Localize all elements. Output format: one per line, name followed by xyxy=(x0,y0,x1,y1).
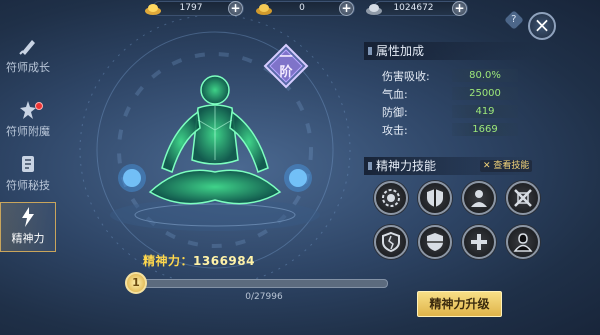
close-button[interactable]: × xyxy=(528,12,556,40)
silver-ingot-amount: 0 xyxy=(299,3,305,13)
skill-slot-2[interactable] xyxy=(418,181,452,215)
notification-dot xyxy=(35,102,43,110)
skill-slot-7[interactable] xyxy=(462,225,496,259)
skill-slot-6[interactable] xyxy=(418,225,452,259)
help-icon: ? xyxy=(511,14,517,25)
view-skills-icon: ✕ xyxy=(483,161,491,171)
stat-label-hp: 气血: xyxy=(382,88,408,101)
warrior-bust-icon xyxy=(471,190,487,207)
stat-label-attack: 攻击: xyxy=(382,124,408,137)
view-skills-label: 查看技能 xyxy=(493,161,530,171)
tab-talisman-growth[interactable]: 符师成长 xyxy=(0,32,56,82)
lightning-icon xyxy=(22,207,34,227)
rank-number: 一 xyxy=(279,50,293,65)
exp-progress-text: 0/27996 xyxy=(245,292,283,302)
stat-value-hp: 25000 xyxy=(452,87,518,100)
stat-value-damage-absorb: 80.0% xyxy=(452,69,518,82)
skill-slot-3[interactable] xyxy=(462,181,496,215)
skill-slot-5[interactable] xyxy=(374,225,408,259)
currency-gold: 1797 + xyxy=(145,1,244,16)
close-icon: × xyxy=(533,13,551,37)
add-gold-button[interactable]: + xyxy=(228,1,243,16)
crossed-swords-icon xyxy=(514,189,532,207)
gold-amount: 1797 xyxy=(179,3,203,13)
tab-label: 符师附魔 xyxy=(6,125,50,138)
rank-label: 一 阶 xyxy=(263,50,309,80)
gear-shield-icon xyxy=(382,189,400,207)
dark-figure-icon xyxy=(513,233,533,252)
tab-label: 符师成长 xyxy=(6,61,50,74)
attributes-title: 属性加成 xyxy=(364,42,534,60)
spirit-power-value: 1366984 xyxy=(193,254,255,268)
upgrade-spirit-power-button[interactable]: 精神力升级 xyxy=(417,291,502,317)
add-silver-button[interactable]: + xyxy=(452,1,467,16)
skill-slot-1[interactable] xyxy=(374,181,408,215)
cross-shield-icon xyxy=(471,234,487,250)
silver-amount: 1024672 xyxy=(393,3,434,13)
spirit-power-label: 精神力： xyxy=(143,254,194,268)
tab-label: 符师秘技 xyxy=(6,179,50,192)
tab-label: 精神力 xyxy=(11,232,45,245)
currency-silver: 1024672 + xyxy=(366,1,468,16)
currency-silver-ingot: 0 + xyxy=(256,1,355,16)
cracked-shield-icon xyxy=(382,231,400,253)
tab-talisman-secret[interactable]: 符师秘技 xyxy=(0,150,56,200)
rank-unit: 阶 xyxy=(279,65,293,80)
view-skills-button[interactable]: ✕ 查看技能 xyxy=(480,160,533,172)
skill-slot-8[interactable] xyxy=(506,225,540,259)
exp-progress-bar xyxy=(140,279,388,288)
level-coin: 1 xyxy=(125,272,147,294)
tab-talisman-enchant[interactable]: 符师附魔 xyxy=(0,96,56,146)
stat-value-defense: 419 xyxy=(452,105,518,118)
scroll-icon xyxy=(22,156,34,172)
checker-shield-icon xyxy=(427,233,443,251)
skill-slot-4[interactable] xyxy=(506,181,540,215)
stat-value-attack: 1669 xyxy=(452,123,518,136)
stat-label-damage-absorb: 伤害吸收: xyxy=(382,70,430,83)
tab-spirit-power[interactable]: 精神力 xyxy=(0,202,56,252)
add-silver-ingot-button[interactable]: + xyxy=(339,1,354,16)
quill-icon xyxy=(19,40,35,55)
split-shield-icon xyxy=(427,189,443,207)
spirit-power-readout: 精神力：1366984 xyxy=(143,252,255,269)
stat-label-defense: 防御: xyxy=(382,106,408,119)
